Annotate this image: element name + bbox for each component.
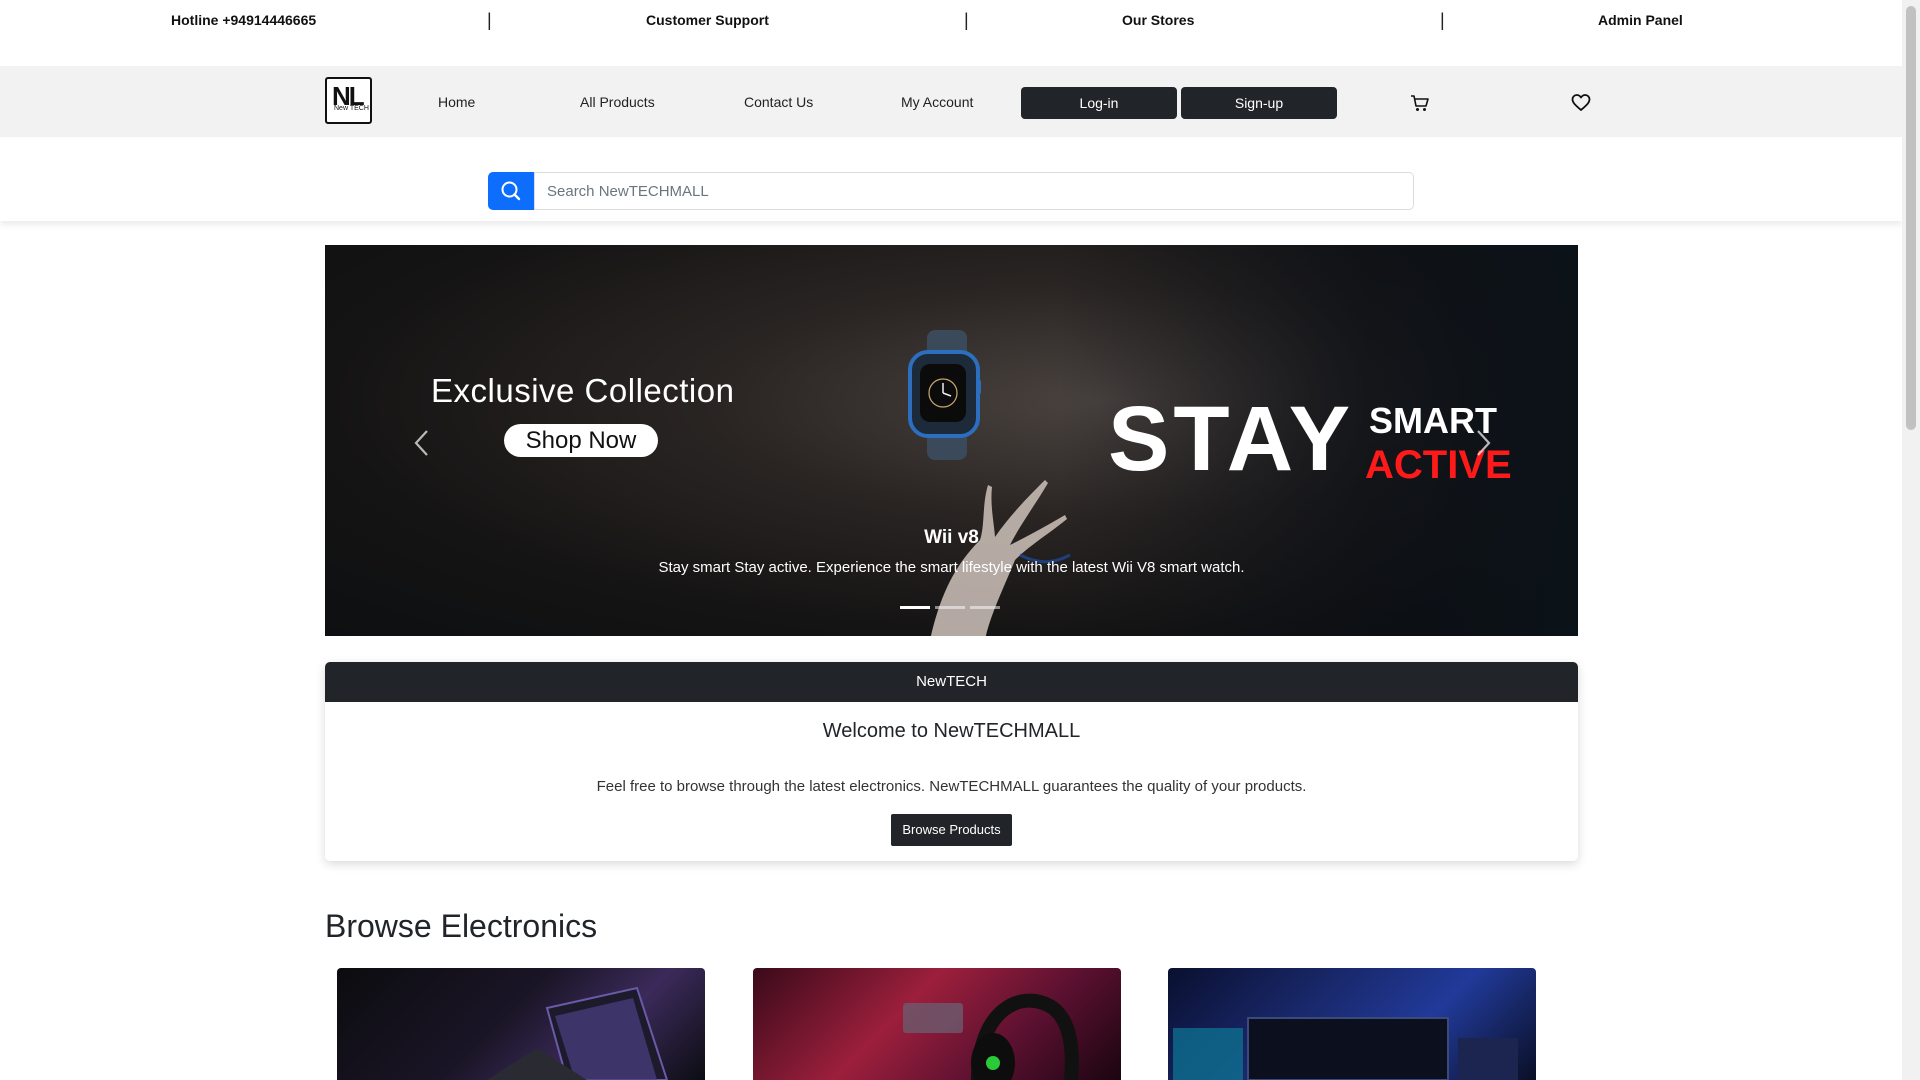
indicator-slide-3[interactable] [970,606,1000,609]
search-icon [501,181,521,201]
carousel-prev-icon[interactable] [410,425,434,461]
scrollbar-thumb[interactable] [1906,6,1916,430]
brand-logo[interactable]: NL New TECH [325,77,372,124]
search-section [0,137,1902,221]
smartwatch-image [908,330,981,460]
customer-support-link[interactable]: Customer Support [646,12,769,28]
browse-products-button[interactable]: Browse Products [891,814,1012,846]
browse-electronics-heading: Browse Electronics [325,908,598,944]
login-button[interactable]: Log-in [1021,87,1177,119]
indicator-slide-2[interactable] [935,606,965,609]
carousel-next-icon[interactable] [1471,425,1495,461]
separator: | [964,10,969,30]
welcome-title: Welcome to NewTECHMALL [822,720,1081,742]
hero-headline: Exclusive Collection [431,372,735,409]
logo-subtext: New TECH [334,105,369,112]
vertical-scrollbar[interactable] [1902,0,1920,1080]
nav-contact-us[interactable]: Contact Us [744,94,813,110]
laptop-graphic [487,986,669,1080]
main-navbar: NL New TECH Home All Products Contact Us… [0,66,1902,137]
monitor-image[interactable] [1168,968,1536,1080]
cart-icon[interactable] [1410,93,1430,113]
shop-now-button[interactable]: Shop Now [504,424,658,457]
nav-all-products[interactable]: All Products [580,94,655,110]
laptop-image[interactable] [337,968,705,1080]
heart-icon[interactable] [1571,93,1591,113]
page: Hotline +94914446665 | Customer Support … [0,0,1902,1080]
monitor-graphic [1173,1017,1518,1080]
separator: | [487,10,492,30]
slide-caption-text: Stay smart Stay active. Experience the s… [658,559,1245,576]
welcome-card: NewTECH Welcome to NewTECHMALL Feel free… [325,662,1578,861]
indicator-slide-1[interactable] [900,606,930,609]
carousel-indicators [900,606,1004,610]
admin-panel-link[interactable]: Admin Panel [1598,12,1683,28]
nav-my-account[interactable]: My Account [901,94,973,110]
welcome-card-header: NewTECH [325,662,1578,702]
headset-graphic [903,993,1079,1080]
signup-button[interactable]: Sign-up [1181,87,1337,119]
hero-carousel: Exclusive Collection Shop Now STAY SMART… [325,245,1578,636]
top-info-bar: Hotline +94914446665 | Customer Support … [0,0,1902,66]
hotline-link[interactable]: Hotline +94914446665 [171,12,316,28]
welcome-text: Feel free to browse through the latest e… [596,778,1307,795]
search-input[interactable] [534,172,1414,210]
stay-text: STAY [1108,388,1355,490]
search-button[interactable] [488,172,534,210]
our-stores-link[interactable]: Our Stores [1122,12,1194,28]
separator: | [1440,10,1445,30]
headset-image[interactable] [753,968,1121,1080]
slide-caption-title: Wii v8 [924,527,979,548]
nav-home[interactable]: Home [438,94,475,110]
